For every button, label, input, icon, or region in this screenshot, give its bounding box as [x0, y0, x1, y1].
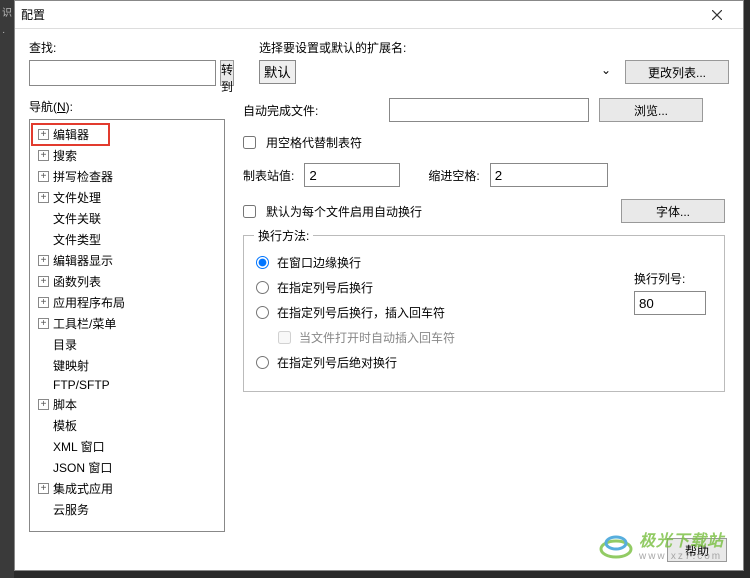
nav-item-label: 应用程序布局: [53, 294, 125, 311]
nav-item-label: 脚本: [53, 396, 77, 413]
wrap-opt1-label: 在窗口边缘换行: [277, 254, 361, 271]
nav-item-label: JSON 窗口: [53, 459, 112, 476]
tab-stop-label: 制表站值:: [243, 167, 294, 184]
nav-item-18[interactable]: 云服务: [32, 499, 222, 520]
expander-icon[interactable]: +: [38, 483, 49, 494]
nav-item-12[interactable]: FTP/SFTP: [32, 376, 222, 394]
wrap-column-radio[interactable]: [256, 281, 269, 294]
nav-item-13[interactable]: + 脚本: [32, 394, 222, 415]
use-spaces-label: 用空格代替制表符: [266, 134, 362, 151]
nav-item-8[interactable]: + 应用程序布局: [32, 292, 222, 313]
expander-icon[interactable]: +: [38, 318, 49, 329]
extension-select[interactable]: 默认: [259, 60, 296, 84]
wrap-col-input[interactable]: [634, 291, 706, 315]
expander-icon: [38, 462, 49, 473]
search-label: 查找:: [29, 39, 229, 56]
nav-item-4[interactable]: 文件关联: [32, 208, 222, 229]
wrap-legend: 换行方法:: [254, 227, 313, 244]
nav-item-label: FTP/SFTP: [53, 378, 110, 392]
nav-item-1[interactable]: + 搜索: [32, 145, 222, 166]
auto-complete-input[interactable]: [389, 98, 589, 122]
nav-item-label: 工具栏/菜单: [53, 315, 116, 332]
help-button[interactable]: 帮助: [667, 538, 727, 562]
expander-icon[interactable]: +: [38, 297, 49, 308]
nav-item-label: XML 窗口: [53, 438, 105, 455]
change-list-button[interactable]: 更改列表...: [625, 60, 729, 84]
auto-insert-cr-checkbox: [278, 331, 291, 344]
expander-icon[interactable]: +: [38, 150, 49, 161]
expander-icon[interactable]: +: [38, 255, 49, 266]
search-input[interactable]: [29, 60, 216, 86]
indent-spaces-label: 缩进空格:: [428, 167, 479, 184]
indent-spaces-input[interactable]: [490, 163, 608, 187]
nav-item-label: 编辑器: [53, 126, 89, 143]
expander-icon: [38, 213, 49, 224]
nav-item-11[interactable]: 键映射: [32, 355, 222, 376]
expander-icon: [38, 339, 49, 350]
goto-button[interactable]: 转到: [220, 60, 234, 86]
nav-item-label: 目录: [53, 336, 77, 353]
expander-icon: [38, 380, 49, 391]
dialog-title: 配置: [21, 6, 697, 23]
nav-item-10[interactable]: 目录: [32, 334, 222, 355]
nav-item-17[interactable]: + 集成式应用: [32, 478, 222, 499]
expander-icon[interactable]: +: [38, 399, 49, 410]
nav-item-label: 云服务: [53, 501, 89, 518]
browse-button[interactable]: 浏览...: [599, 98, 703, 122]
expander-icon[interactable]: +: [38, 192, 49, 203]
font-button[interactable]: 字体...: [621, 199, 725, 223]
nav-item-15[interactable]: XML 窗口: [32, 436, 222, 457]
tab-stop-input[interactable]: [304, 163, 400, 187]
nav-item-label: 函数列表: [53, 273, 101, 290]
nav-item-label: 文件关联: [53, 210, 101, 227]
nav-tree[interactable]: + 编辑器 + 搜索 + 拼写检查器 + 文件处理文件关联文件类型 + 编辑器显示 + 函数列表 + 应用…: [29, 119, 225, 532]
nav-item-label: 文件处理: [53, 189, 101, 206]
wrap-opt3-label: 在指定列号后换行，插入回车符: [277, 304, 445, 321]
nav-item-label: 搜索: [53, 147, 77, 164]
nav-item-9[interactable]: + 工具栏/菜单: [32, 313, 222, 334]
wrap-window-edge-radio[interactable]: [256, 256, 269, 269]
expander-icon: [38, 234, 49, 245]
default-wrap-label: 默认为每个文件启用自动换行: [266, 203, 611, 220]
nav-item-16[interactable]: JSON 窗口: [32, 457, 222, 478]
nav-item-14[interactable]: 模板: [32, 415, 222, 436]
nav-item-label: 编辑器显示: [53, 252, 113, 269]
expander-icon: [38, 420, 49, 431]
app-sidebar-stub: 识·: [0, 0, 14, 578]
nav-item-label: 模板: [53, 417, 77, 434]
wrap-method-group: 换行方法: 在窗口边缘换行 在指定列号后换行 在指定列号后换行，插入回车符: [243, 235, 725, 392]
close-button[interactable]: [697, 2, 737, 28]
config-dialog: 配置 查找: 转到 选择要设置或默认的扩展名: 默认: [14, 0, 744, 571]
nav-item-label: 键映射: [53, 357, 89, 374]
expander-icon: [38, 441, 49, 452]
nav-item-7[interactable]: + 函数列表: [32, 271, 222, 292]
expander-icon[interactable]: +: [38, 276, 49, 287]
titlebar: 配置: [15, 1, 743, 29]
expander-icon[interactable]: +: [38, 171, 49, 182]
close-icon: [712, 10, 722, 20]
nav-item-6[interactable]: + 编辑器显示: [32, 250, 222, 271]
default-wrap-checkbox[interactable]: [243, 205, 256, 218]
nav-item-5[interactable]: 文件类型: [32, 229, 222, 250]
wrap-column-cr-radio[interactable]: [256, 306, 269, 319]
extension-label: 选择要设置或默认的扩展名:: [259, 39, 729, 56]
expander-icon[interactable]: +: [38, 129, 49, 140]
nav-item-2[interactable]: + 拼写检查器: [32, 166, 222, 187]
wrap-absolute-radio[interactable]: [256, 356, 269, 369]
nav-label: 导航(N):: [29, 98, 225, 115]
nav-item-label: 文件类型: [53, 231, 101, 248]
wrap-opt4-label: 在指定列号后绝对换行: [277, 354, 397, 371]
expander-icon: [38, 360, 49, 371]
expander-icon: [38, 504, 49, 515]
use-spaces-checkbox[interactable]: [243, 136, 256, 149]
settings-panel: 自动完成文件: 浏览... 用空格代替制表符 制表站值: 缩进空格: 默认为每个…: [239, 98, 729, 532]
auto-complete-label: 自动完成文件:: [243, 102, 379, 119]
nav-item-3[interactable]: + 文件处理: [32, 187, 222, 208]
wrap-opt3sub-label: 当文件打开时自动插入回车符: [299, 329, 455, 346]
nav-item-label: 拼写检查器: [53, 168, 113, 185]
nav-item-0[interactable]: + 编辑器: [32, 124, 109, 145]
wrap-col-label: 换行列号:: [634, 270, 706, 287]
wrap-opt2-label: 在指定列号后换行: [277, 279, 373, 296]
nav-item-label: 集成式应用: [53, 480, 113, 497]
